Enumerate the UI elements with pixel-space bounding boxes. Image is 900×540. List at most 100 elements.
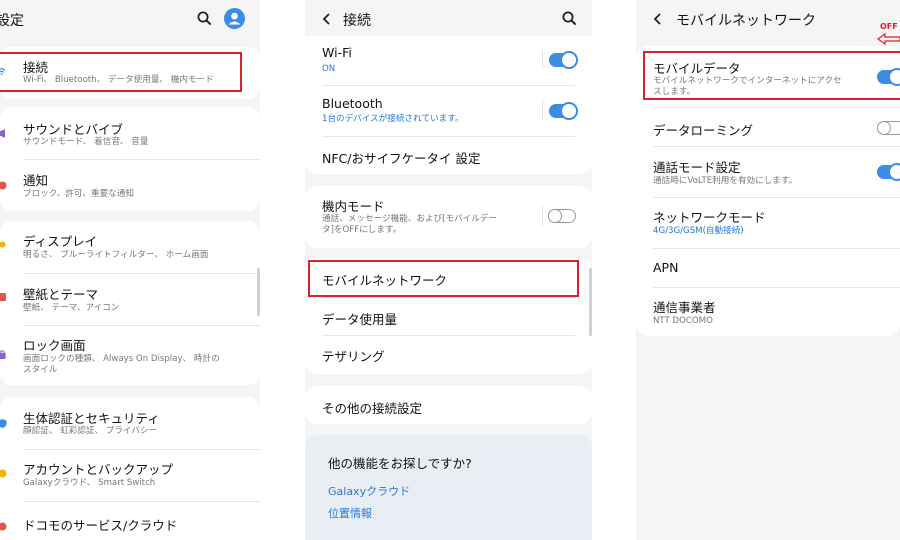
- connections-item-more-settings[interactable]: その他の接続設定: [305, 386, 592, 424]
- mobile-network-item-subtitle: 通話時にVoLTE利用を有効にします。: [653, 176, 798, 186]
- settings-panel: 設定 接続 Wi-Fi、 Bluetooth、 データ使用量、 機内モード サウ…: [0, 0, 260, 540]
- mobile-network-item-title: データローミング: [653, 123, 754, 138]
- bluetooth-toggle[interactable]: [549, 102, 578, 120]
- call-mode-toggle[interactable]: [877, 163, 900, 181]
- lock-icon: [0, 350, 6, 359]
- highlight-box-mobile-network: [308, 260, 579, 297]
- mobile-network-item-network-mode[interactable]: ネットワークモード 4G/3G/GSM(自動接続): [636, 198, 900, 248]
- settings-header: 設定: [0, 0, 260, 38]
- connections-item-title: 機内モード: [322, 199, 385, 214]
- settings-item-subtitle: 壁紙、 テーマ、アイコン: [23, 303, 120, 313]
- connections-header: 接続: [305, 0, 592, 38]
- account-icon[interactable]: [224, 8, 245, 29]
- mobile-network-item-carrier[interactable]: 通信事業者 NTT DOCOMO: [636, 288, 900, 336]
- mobile-network-item-title: APN: [653, 260, 679, 275]
- settings-item-biometrics[interactable]: 生体認証とセキュリティ 顔認証、 虹彩認証、 プライバシー: [0, 397, 260, 449]
- settings-item-title: 壁紙とテーマ: [23, 287, 99, 302]
- settings-item-display[interactable]: ディスプレイ 明るさ、 ブルーライトフィルター、 ホーム画面: [0, 221, 260, 273]
- settings-item-subtitle: 画面ロックの種類、 Always On Display、 時計の: [23, 354, 220, 364]
- search-icon[interactable]: [197, 11, 212, 26]
- settings-item-subtitle: 明るさ、 ブルーライトフィルター、 ホーム画面: [23, 250, 209, 260]
- settings-item-lockscreen[interactable]: ロック画面 画面ロックの種類、 Always On Display、 時計の ス…: [0, 325, 260, 385]
- mobile-network-item-title: ネットワークモード: [653, 210, 766, 225]
- settings-item-title: ディスプレイ: [23, 234, 98, 249]
- connections-item-wifi[interactable]: Wi-Fi ON: [305, 36, 592, 86]
- settings-item-notifications[interactable]: 通知 ブロック、許可、重要な通知: [0, 159, 260, 211]
- scrollbar[interactable]: [589, 268, 592, 336]
- settings-item-sound[interactable]: サウンドとバイブ サウンドモード、 着信音、 音量: [0, 107, 260, 159]
- page-title: 接続: [343, 13, 371, 29]
- connections-item-subtitle-line2: タ]をOFFにします。: [322, 225, 402, 235]
- back-icon[interactable]: [650, 10, 666, 28]
- settings-item-wallpaper[interactable]: 壁紙とテーマ 壁紙、 テーマ、アイコン: [0, 273, 260, 325]
- toggle-knob: [560, 102, 578, 120]
- connections-item-title: テザリング: [322, 349, 385, 364]
- wifi-toggle[interactable]: [549, 51, 578, 69]
- connections-card-airplane: 機内モード 通話、メッセージ機能、および[モバイルデー タ]をOFFにします。: [305, 186, 592, 248]
- settings-item-title: ドコモのサービス/クラウド: [23, 518, 178, 533]
- connections-card-wireless: Wi-Fi ON Bluetooth 1台のデバイスが接続されています。 NFC…: [305, 36, 592, 174]
- settings-card-security: 生体認証とセキュリティ 顔認証、 虹彩認証、 プライバシー アカウントとバックア…: [0, 397, 260, 540]
- arrow-left-icon: [877, 33, 900, 45]
- connections-card-more: その他の接続設定: [305, 386, 592, 424]
- data-roaming-toggle[interactable]: [877, 120, 900, 135]
- looking-for-title: 他の機能をお探しですか?: [328, 456, 472, 471]
- settings-item-title: 通知: [23, 173, 49, 188]
- page-title: モバイルネットワーク: [676, 13, 816, 29]
- page-title: 設定: [0, 13, 24, 29]
- settings-item-subtitle: Galaxyクラウド、 Smart Switch: [23, 478, 156, 488]
- mobile-network-item-call-mode[interactable]: 通話モード設定 通話時にVoLTE利用を有効にします。: [636, 147, 900, 197]
- settings-card-sound: サウンドとバイブ サウンドモード、 着信音、 音量 通知 ブロック、許可、重要な…: [0, 107, 260, 211]
- sound-icon: [0, 129, 5, 138]
- connections-item-title: データ使用量: [322, 312, 398, 327]
- settings-item-docomo[interactable]: ドコモのサービス/クラウド: [0, 501, 260, 540]
- settings-item-title: ロック画面: [23, 338, 86, 353]
- settings-item-subtitle: 顔認証、 虹彩認証、 プライバシー: [23, 426, 158, 436]
- docomo-icon: [0, 522, 7, 531]
- link-location[interactable]: 位置情報: [328, 505, 372, 521]
- settings-item-title: 生体認証とセキュリティ: [23, 411, 160, 426]
- connections-item-title: Bluetooth: [322, 96, 383, 111]
- settings-item-title: アカウントとバックアップ: [23, 462, 174, 477]
- connections-item-bluetooth[interactable]: Bluetooth 1台のデバイスが接続されています。: [305, 86, 592, 136]
- connections-item-nfc[interactable]: NFC/おサイフケータイ 設定: [305, 137, 592, 174]
- settings-item-subtitle: サウンドモード、 着信音、 音量: [23, 137, 149, 147]
- mobile-network-item-value: NTT DOCOMO: [653, 316, 713, 326]
- wallpaper-icon: [0, 293, 6, 301]
- airplane-mode-toggle[interactable]: [548, 208, 576, 223]
- back-icon[interactable]: [319, 10, 335, 28]
- connections-item-status: 1台のデバイスが接続されています。: [322, 114, 464, 124]
- settings-item-subtitle: ブロック、許可、重要な通知: [23, 189, 134, 199]
- settings-card-display: ディスプレイ 明るさ、 ブルーライトフィルター、 ホーム画面 壁紙とテーマ 壁紙…: [0, 221, 260, 385]
- toggle-separator: [542, 50, 543, 68]
- scrollbar[interactable]: [257, 268, 260, 316]
- mobile-network-panel: モバイルネットワーク OFF モバイルデータ モバイルネットワークでインターネッ…: [636, 0, 900, 540]
- settings-item-accounts[interactable]: アカウントとバックアップ Galaxyクラウド、 Smart Switch: [0, 449, 260, 501]
- key-icon: [0, 469, 7, 478]
- search-icon[interactable]: [562, 11, 577, 26]
- toggle-knob: [877, 120, 891, 135]
- shield-icon: [0, 419, 7, 428]
- connections-item-status: ON: [322, 64, 336, 74]
- connections-item-data-usage[interactable]: データ使用量: [305, 298, 592, 336]
- connections-item-subtitle: 通話、メッセージ機能、および[モバイルデー: [322, 214, 498, 224]
- toggle-knob: [888, 163, 900, 181]
- settings-item-title: サウンドとバイブ: [23, 122, 124, 137]
- mobile-network-item-title: 通話モード設定: [653, 160, 741, 175]
- highlight-box-mobile-data: [643, 51, 900, 100]
- connections-item-title: NFC/おサイフケータイ 設定: [322, 151, 481, 166]
- looking-for-card: 他の機能をお探しですか? Galaxyクラウド 位置情報: [305, 435, 592, 540]
- mobile-network-item-roaming[interactable]: データローミング: [636, 108, 900, 146]
- highlight-box-connections: [0, 52, 242, 92]
- toggle-separator: [542, 206, 543, 226]
- mobile-network-header: モバイルネットワーク OFF: [636, 0, 900, 45]
- toggle-separator: [542, 100, 543, 120]
- connections-item-tethering[interactable]: テザリング: [305, 336, 592, 374]
- mobile-network-item-apn[interactable]: APN: [636, 249, 900, 287]
- off-annotation-label: OFF: [880, 22, 898, 31]
- display-icon: [0, 241, 6, 248]
- toggle-knob: [560, 51, 578, 69]
- link-galaxy-cloud[interactable]: Galaxyクラウド: [328, 483, 410, 499]
- mobile-network-item-value: 4G/3G/GSM(自動接続): [653, 226, 744, 236]
- connections-item-airplane[interactable]: 機内モード 通話、メッセージ機能、および[モバイルデー タ]をOFFにします。: [305, 186, 592, 248]
